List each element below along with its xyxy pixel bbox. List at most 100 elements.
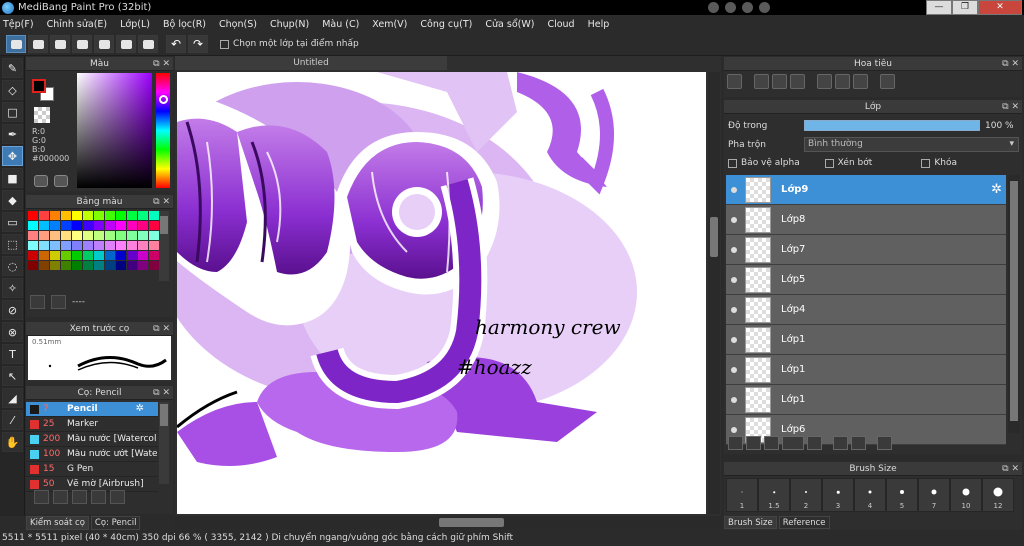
brush-size-cell[interactable]: 12 [982,478,1014,512]
rotate-right-icon[interactable] [853,74,868,89]
palette-swatch[interactable] [50,231,60,240]
grid-icon[interactable] [138,35,158,53]
layer-row[interactable]: Lớp1 [726,325,1006,355]
palette-swatch[interactable] [138,211,148,220]
fill-rect-tool-icon[interactable]: ■ [2,168,23,188]
panel-icon[interactable] [116,35,136,53]
menu-color[interactable]: Màu (C) [322,19,359,30]
brush-tool-icon[interactable]: ✎ [2,58,23,78]
palette-swatch[interactable] [83,241,93,250]
palette-swatch[interactable] [138,241,148,250]
palette-swatch[interactable] [149,241,159,250]
bucket-tool-icon[interactable]: ◆ [2,190,23,210]
brush-item[interactable]: 15 G Pen [26,462,158,477]
palette-swatch[interactable] [94,241,104,250]
palette-swatch[interactable] [116,231,126,240]
palette-swatch[interactable] [39,231,49,240]
select-tool-icon[interactable]: ⬚ [2,234,23,254]
layer-row[interactable]: Lớp9 ✲ [726,175,1006,205]
palette-swatch[interactable] [39,261,49,270]
zoom-out-icon[interactable] [790,74,805,89]
palette-swatch[interactable] [50,241,60,250]
duplicate-layer-icon[interactable] [833,436,848,450]
move-tool-icon[interactable]: ✥ [2,146,23,166]
undo-icon[interactable]: ↶ [166,35,186,53]
visibility-eye-icon[interactable] [731,186,737,193]
palette-swatch[interactable] [127,261,137,270]
palette-swatch[interactable] [72,231,82,240]
palette-swatch[interactable] [149,211,159,220]
rotate-left-icon[interactable] [817,74,832,89]
palette-swatch[interactable] [83,251,93,260]
brush-size-cell[interactable]: 2 [790,478,822,512]
palette-swatch[interactable] [94,251,104,260]
folder-icon[interactable] [807,436,822,450]
palette-swatch[interactable] [39,211,49,220]
palette-swatch[interactable] [72,241,82,250]
merge-down-icon[interactable] [851,436,866,450]
hue-slider-knob[interactable] [159,95,168,104]
magic-wand-icon[interactable]: ✧ [2,278,23,298]
panel-close-icon[interactable]: ⧉ ✕ [153,386,170,400]
brush-size-cell[interactable]: 4 [854,478,886,512]
palette-swatch[interactable] [61,261,71,270]
gradient-tool-icon[interactable]: ▭ [2,212,23,232]
new-layer-8bit-icon[interactable] [746,436,761,450]
palette-scrollbar[interactable] [159,211,169,281]
palette-swatch[interactable] [83,261,93,270]
visibility-eye-icon[interactable] [731,426,737,433]
palette-swatch[interactable] [83,231,93,240]
palette-swatch[interactable] [94,221,104,230]
visibility-eye-icon[interactable] [731,306,737,313]
tab-reference[interactable]: Reference [778,516,830,529]
menu-file[interactable]: Tệp(F) [3,19,34,30]
palette-swatch[interactable] [138,231,148,240]
brush-settings-icon[interactable] [34,490,49,504]
palette-swatch[interactable] [61,231,71,240]
list-icon[interactable] [94,35,114,53]
palette-swatch[interactable] [105,231,115,240]
visibility-eye-icon[interactable] [731,366,737,373]
panel-close-icon[interactable]: ⧉ ✕ [1002,462,1019,476]
tab-brush-size[interactable]: Brush Size [724,516,777,529]
canvas-horizontal-scrollbar[interactable] [175,516,721,529]
zoom-in-icon[interactable] [727,74,742,89]
palette-swatch[interactable] [138,221,148,230]
palette-swatch[interactable] [94,261,104,270]
palette-swatch[interactable] [83,221,93,230]
palette-swatch[interactable] [116,211,126,220]
maximize-button[interactable]: ❐ [952,0,978,15]
palette-swatch[interactable] [105,221,115,230]
color-slider-icon[interactable] [54,175,68,187]
brush-menu-icon[interactable] [72,490,87,504]
menu-snap[interactable]: Chụp(N) [270,19,309,30]
visibility-eye-icon[interactable] [731,246,737,253]
palette-swatch[interactable] [50,261,60,270]
palette-swatch[interactable] [50,221,60,230]
redo-icon[interactable]: ↷ [188,35,208,53]
foreground-color-swatch[interactable] [32,79,46,93]
palette-swatch[interactable] [28,211,38,220]
select-eraser-icon[interactable]: ⊗ [2,322,23,342]
lasso-tool-icon[interactable]: ◌ [2,256,23,276]
layer-row[interactable]: Lớp5 [726,265,1006,295]
brush-size-cell[interactable]: 1 [726,478,758,512]
document-icon[interactable] [72,35,92,53]
palette-swatch[interactable] [149,231,159,240]
palette-swatch[interactable] [116,251,126,260]
palette-swatch[interactable] [105,251,115,260]
new-layer-1bit-icon[interactable] [764,436,779,450]
visibility-eye-icon[interactable] [731,396,737,403]
zoom-in-plus-icon[interactable] [754,74,769,89]
lock-checkbox[interactable]: Khóa [921,158,1018,168]
brush-size-cell[interactable]: 5 [886,478,918,512]
brush-item[interactable]: 200 Màu nước [Watercolor] [26,432,158,447]
visibility-eye-icon[interactable] [731,216,737,223]
text-tool-icon[interactable]: T [2,344,23,364]
palette-swatch[interactable] [61,221,71,230]
brush-item[interactable]: 100 Màu nước ướt [Watercolor Wet] [26,447,158,462]
brush-size-cell[interactable]: 10 [950,478,982,512]
comment-icon[interactable] [50,35,70,53]
menu-view[interactable]: Xem(V) [372,19,407,30]
palette-swatch[interactable] [39,221,49,230]
